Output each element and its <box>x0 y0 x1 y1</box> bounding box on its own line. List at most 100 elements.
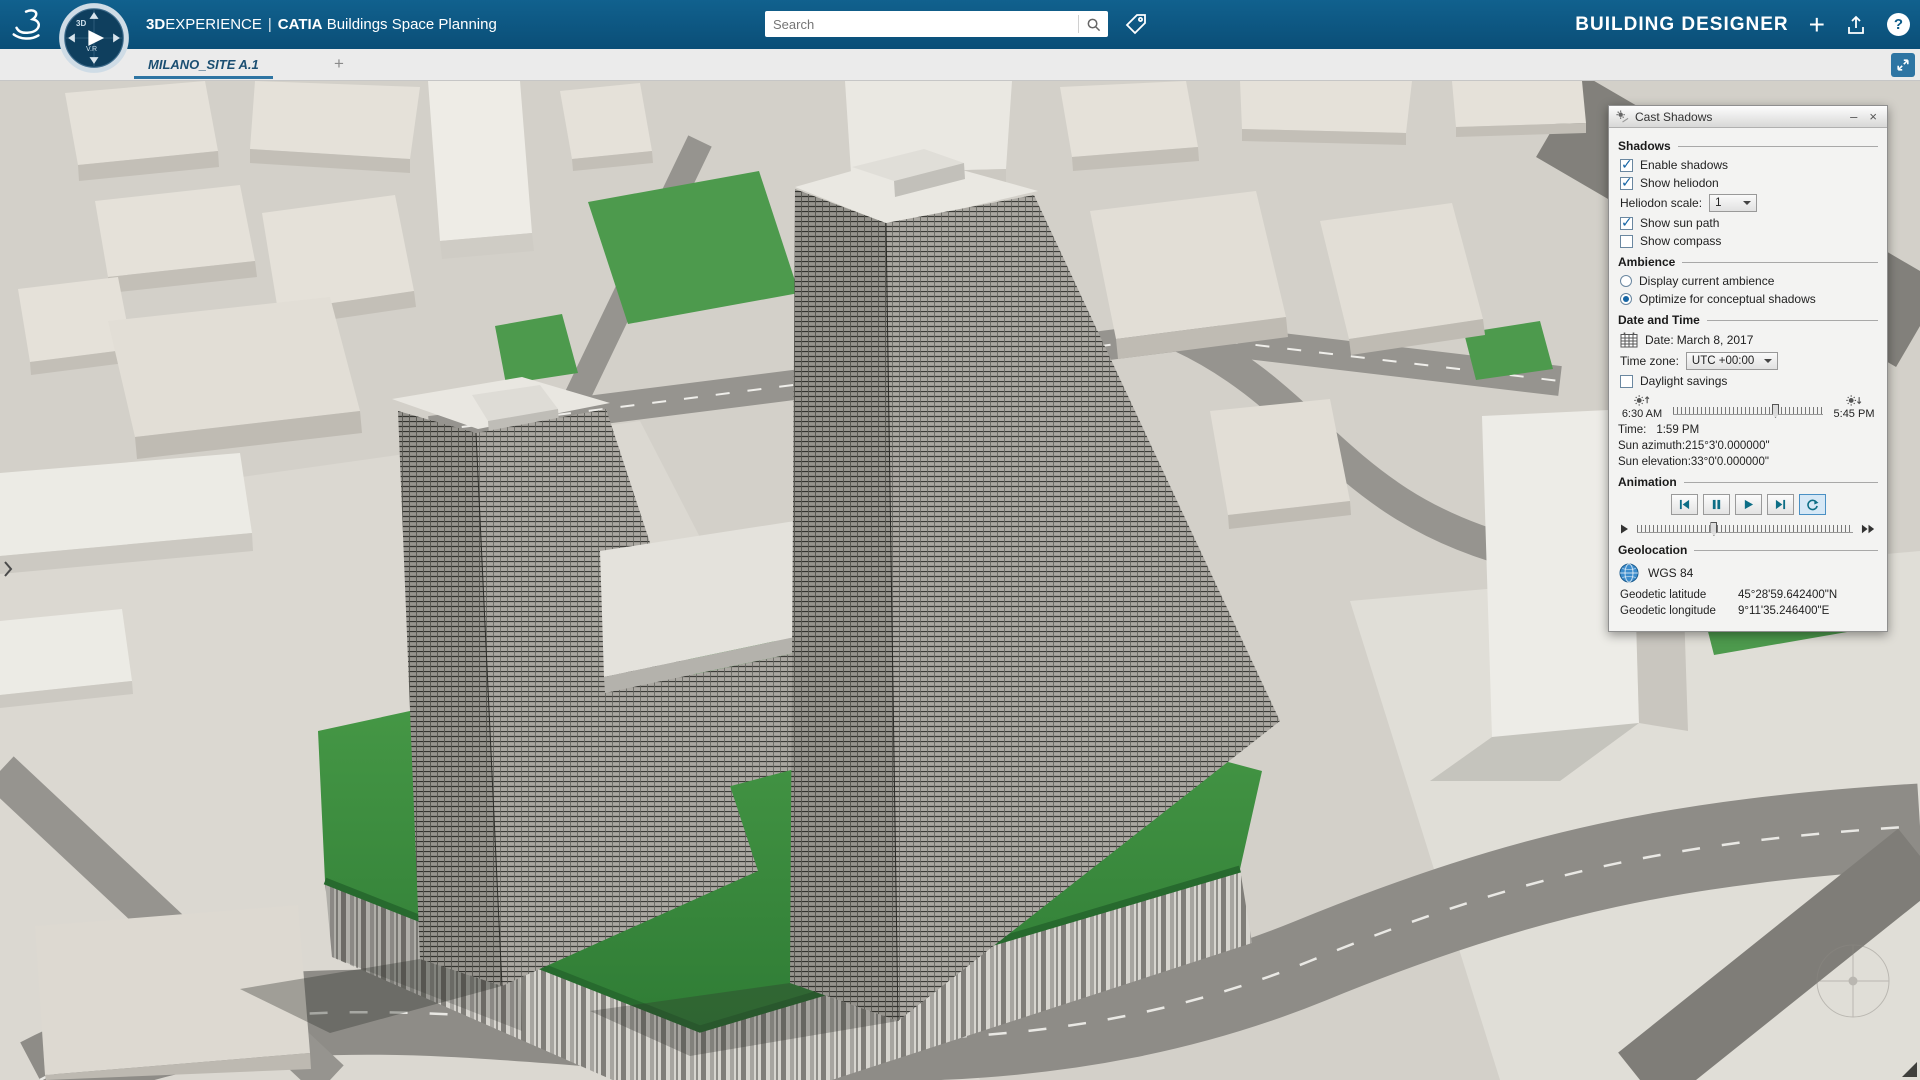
time-slider-handle[interactable] <box>1772 404 1779 418</box>
display-current-ambience-row[interactable]: Display current ambience <box>1620 274 1878 288</box>
search-box <box>765 11 1108 37</box>
latitude-label: Geodetic latitude <box>1620 589 1738 601</box>
optimize-conceptual-radio[interactable] <box>1620 293 1632 305</box>
enable-shadows-row[interactable]: Enable shadows <box>1620 158 1878 172</box>
animation-slider-handle[interactable] <box>1710 522 1717 536</box>
range-end-time: 5:45 PM <box>1834 408 1875 420</box>
navigation-compass[interactable]: 3D V.R <box>58 2 130 74</box>
sunset-column: 5:45 PM <box>1830 392 1878 420</box>
play-small-icon[interactable] <box>1620 524 1629 534</box>
heliodon-scale-dropdown[interactable]: 1 <box>1709 194 1757 212</box>
chevron-down-icon <box>1743 201 1751 209</box>
tab-bar: MILANO_SITE A.1 + <box>0 49 1920 81</box>
show-compass-checkbox[interactable] <box>1620 235 1633 248</box>
enable-shadows-checkbox[interactable] <box>1620 159 1633 172</box>
minimize-icon[interactable]: – <box>1847 110 1860 123</box>
search-icon[interactable] <box>1079 17 1108 32</box>
section-animation-heading: Animation <box>1618 475 1878 489</box>
fast-forward-icon[interactable] <box>1861 524 1876 534</box>
resize-corner-icon[interactable] <box>1902 1062 1917 1077</box>
share-icon[interactable] <box>1845 14 1867 36</box>
app-window: 3D V.R 3DEXPERIENCE|CATIA Buildings Spac… <box>0 0 1920 1080</box>
time-label: Time: <box>1618 424 1646 436</box>
display-current-ambience-radio[interactable] <box>1620 275 1632 287</box>
show-heliodon-row[interactable]: Show heliodon <box>1620 176 1878 190</box>
loop-button[interactable] <box>1799 494 1826 515</box>
sun-elevation-readout: Sun elevation:33°0'0.000000" <box>1618 456 1878 468</box>
compass-bottom-label: V.R <box>86 46 97 53</box>
timezone-label: Time zone: <box>1620 354 1679 368</box>
topbar-right-cluster: BUILDING DESIGNER + ? <box>1575 0 1910 49</box>
chevron-down-icon <box>1764 359 1772 367</box>
brand-experience: EXPERIENCE <box>165 16 262 33</box>
help-icon[interactable]: ? <box>1887 13 1910 36</box>
animation-slider-row <box>1620 522 1876 536</box>
tab-milano-site[interactable]: MILANO_SITE A.1 <box>132 49 275 80</box>
show-compass-label: Show compass <box>1640 234 1721 248</box>
compass-top-label: 3D <box>76 19 86 28</box>
tag-icon[interactable] <box>1122 10 1150 38</box>
animation-slider[interactable] <box>1637 522 1853 536</box>
show-compass-row[interactable]: Show compass <box>1620 234 1878 248</box>
section-datetime-heading: Date and Time <box>1618 313 1878 327</box>
section-shadows-heading: Shadows <box>1618 139 1878 153</box>
geodetic-latitude-row: Geodetic latitude 45°28'59.642400"N <box>1620 589 1878 601</box>
maximize-view-icon[interactable] <box>1891 53 1915 77</box>
skip-to-start-button[interactable] <box>1671 494 1698 515</box>
globe-icon <box>1618 562 1640 584</box>
optimize-conceptual-label: Optimize for conceptual shadows <box>1639 292 1816 306</box>
daylight-savings-row[interactable]: Daylight savings <box>1620 374 1878 388</box>
date-value: March 8, 2017 <box>1677 333 1754 347</box>
daylight-savings-label: Daylight savings <box>1640 374 1727 388</box>
cast-shadows-panel: Cast Shadows – × Shadows Enable shadows … <box>1608 105 1888 632</box>
sun-azimuth-readout: Sun azimuth:215°3'0.000000" <box>1618 440 1878 452</box>
azimuth-label: Sun azimuth: <box>1618 440 1685 452</box>
time-readout: Time: 1:59 PM <box>1618 424 1878 436</box>
elevation-value: 33°0'0.000000" <box>1691 456 1769 468</box>
add-content-icon[interactable]: + <box>1809 11 1825 39</box>
expand-panel-chevron-icon[interactable] <box>2 559 14 584</box>
time-slider[interactable] <box>1673 404 1823 418</box>
cast-shadows-icon <box>1616 110 1629 123</box>
pause-button[interactable] <box>1703 494 1730 515</box>
brand-3d: 3D <box>146 16 165 33</box>
calendar-icon[interactable] <box>1620 332 1638 348</box>
app-title: 3DEXPERIENCE | CATIA Buildings Space Plann… <box>146 0 497 49</box>
daylight-savings-checkbox[interactable] <box>1620 375 1633 388</box>
enable-shadows-label: Enable shadows <box>1640 158 1728 172</box>
close-icon[interactable]: × <box>1866 110 1880 123</box>
timezone-row: Time zone: UTC +00:00 <box>1620 352 1878 370</box>
role-title: BUILDING DESIGNER <box>1575 14 1788 36</box>
skip-to-end-button[interactable] <box>1767 494 1794 515</box>
longitude-value: 9°11'35.246400"E <box>1738 605 1829 617</box>
brand-divider: | <box>268 16 272 33</box>
new-tab-button[interactable]: + <box>334 54 344 74</box>
time-value: 1:59 PM <box>1656 424 1699 436</box>
show-sun-path-row[interactable]: Show sun path <box>1620 216 1878 230</box>
dassault-logo-icon[interactable] <box>8 5 46 43</box>
elevation-label: Sun elevation: <box>1618 456 1691 468</box>
show-heliodon-checkbox[interactable] <box>1620 177 1633 190</box>
range-start-time: 6:30 AM <box>1622 408 1662 420</box>
sky-bridge <box>600 521 795 811</box>
heliodon-scale-label: Heliodon scale: <box>1620 196 1702 210</box>
azimuth-value: 215°3'0.000000" <box>1685 440 1769 452</box>
play-button[interactable] <box>1735 494 1762 515</box>
datum-row: WGS 84 <box>1618 562 1878 584</box>
timezone-dropdown[interactable]: UTC +00:00 <box>1686 352 1778 370</box>
optimize-conceptual-row[interactable]: Optimize for conceptual shadows <box>1620 292 1878 306</box>
show-sun-path-label: Show sun path <box>1640 216 1719 230</box>
panel-title-bar[interactable]: Cast Shadows – × <box>1609 106 1887 128</box>
heliodon-scale-value: 1 <box>1715 197 1721 209</box>
geodetic-longitude-row: Geodetic longitude 9°11'35.246400"E <box>1620 605 1878 617</box>
view-manipulator <box>1817 945 1889 1017</box>
search-input[interactable] <box>765 17 1078 32</box>
sunset-icon <box>1845 392 1863 407</box>
display-current-ambience-label: Display current ambience <box>1639 274 1774 288</box>
app-module-name: Buildings Space Planning <box>327 16 497 33</box>
datum-label: WGS 84 <box>1648 566 1693 580</box>
date-label: Date: <box>1645 333 1674 347</box>
section-ambience-heading: Ambience <box>1618 255 1878 269</box>
show-sun-path-checkbox[interactable] <box>1620 217 1633 230</box>
app-catia: CATIA <box>278 16 323 33</box>
